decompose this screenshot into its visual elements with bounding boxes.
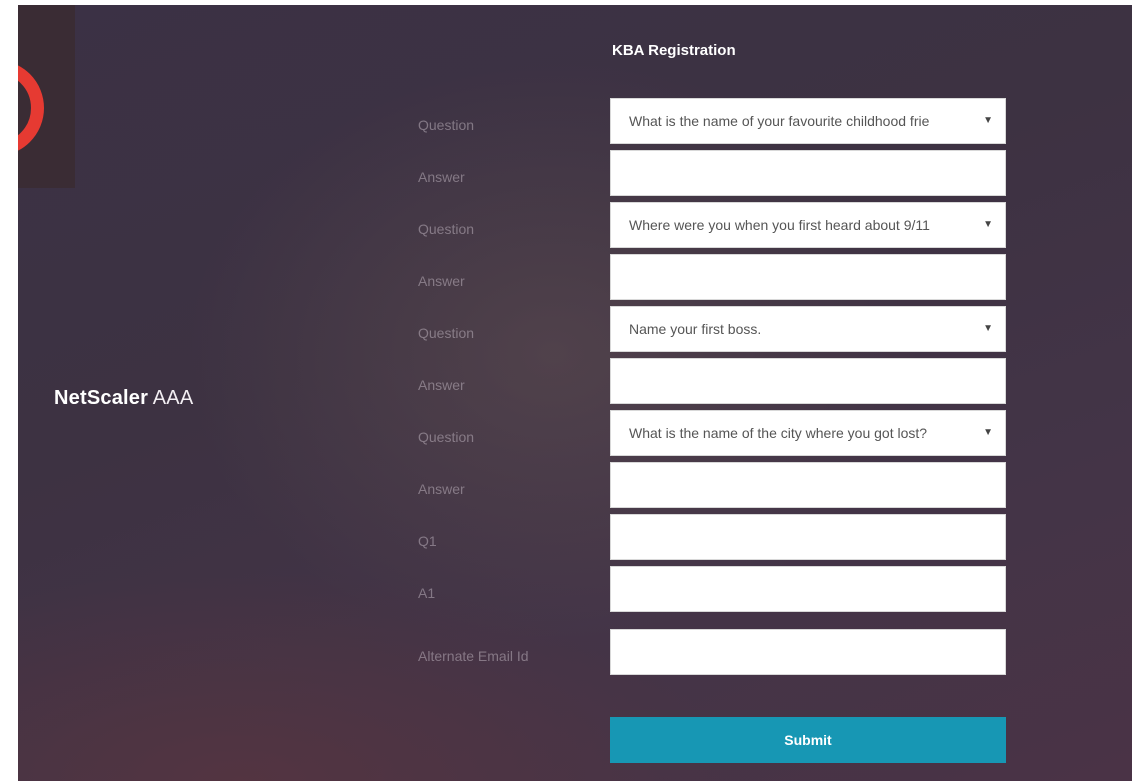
- question-3-selected-value: Name your first boss.: [629, 321, 762, 337]
- alternate-email-label: Alternate Email Id: [418, 648, 529, 664]
- chevron-down-icon: ▼: [983, 323, 993, 334]
- brand-suffix: AAA: [152, 387, 194, 409]
- answer-4-label: Answer: [418, 481, 465, 497]
- question-3-label: Question: [418, 325, 475, 341]
- alternate-email-input[interactable]: [610, 629, 1006, 675]
- brand-logo: NetScaler AAA: [54, 387, 193, 410]
- answer-3-label: Answer: [418, 377, 465, 393]
- question-2-select[interactable]: Where were you when you first heard abou…: [610, 202, 1006, 248]
- chevron-down-icon: ▼: [983, 219, 993, 230]
- a1-label: A1: [418, 585, 436, 601]
- chevron-down-icon: ▼: [983, 427, 993, 438]
- answer-3-input[interactable]: [610, 358, 1006, 404]
- form-title: KBA Registration: [612, 42, 736, 59]
- q1-label: Q1: [418, 533, 437, 549]
- question-2-label: Question: [418, 221, 475, 237]
- question-4-selected-value: What is the name of the city where you g…: [629, 425, 928, 441]
- q1-input[interactable]: [610, 514, 1006, 560]
- a1-input[interactable]: [610, 566, 1006, 612]
- question-1-selected-value: What is the name of your favourite child…: [629, 113, 930, 129]
- chevron-down-icon: ▼: [983, 115, 993, 126]
- question-1-select[interactable]: What is the name of your favourite child…: [610, 98, 1006, 144]
- answer-1-input[interactable]: [610, 150, 1006, 196]
- question-3-select[interactable]: Name your first boss. ▼: [610, 306, 1006, 352]
- login-page-background: NetScaler AAA KBA Registration Question …: [18, 5, 1132, 781]
- answer-4-input[interactable]: [610, 462, 1006, 508]
- question-1-label: Question: [418, 117, 475, 133]
- question-4-label: Question: [418, 429, 475, 445]
- brand-name: NetScaler: [54, 387, 149, 409]
- answer-2-label: Answer: [418, 273, 465, 289]
- question-4-select[interactable]: What is the name of the city where you g…: [610, 410, 1006, 456]
- question-2-selected-value: Where were you when you first heard abou…: [629, 217, 930, 233]
- submit-button[interactable]: Submit: [610, 717, 1006, 763]
- answer-2-input[interactable]: [610, 254, 1006, 300]
- answer-1-label: Answer: [418, 169, 465, 185]
